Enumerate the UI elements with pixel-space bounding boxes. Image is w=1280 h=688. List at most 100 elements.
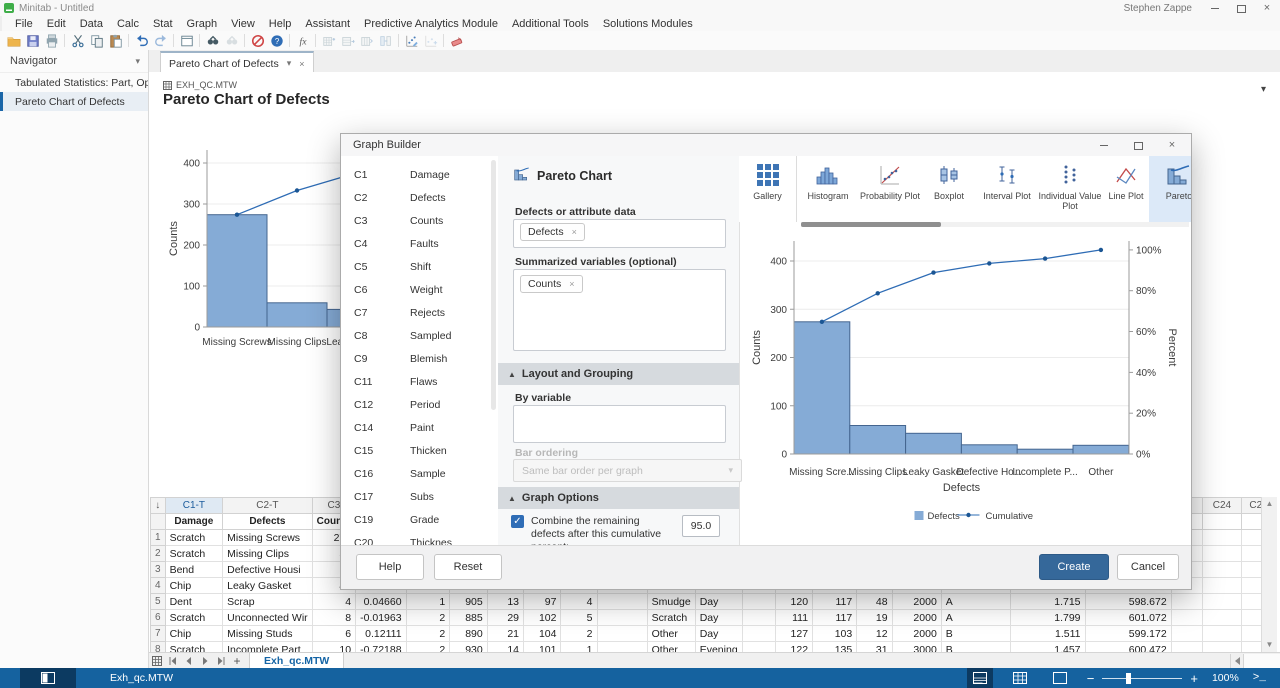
cell[interactable]: 600.472 [1085,642,1171,653]
new-window-icon[interactable] [177,32,196,49]
cell[interactable]: 29 [487,610,523,626]
cell[interactable]: -0.01963 [356,610,406,626]
cell[interactable]: 135 [813,642,857,653]
tab-close-icon[interactable]: × [299,59,304,69]
find-icon[interactable] [203,32,222,49]
cut-icon[interactable] [68,32,87,49]
cancel-icon[interactable] [248,32,267,49]
cell[interactable]: 885 [450,610,487,626]
cell[interactable]: 117 [813,610,857,626]
cell[interactable]: 101 [524,642,561,653]
cell[interactable]: 122 [775,642,812,653]
cell[interactable] [1171,626,1202,642]
cell[interactable]: 0.12111 [356,626,406,642]
insert-function-icon[interactable]: fx [293,32,312,49]
cell[interactable]: Scratch [165,546,223,562]
row-number[interactable]: 4 [151,578,166,594]
cell[interactable]: 48 [857,594,892,610]
help-button[interactable]: Help [356,554,424,580]
gallery-item-histogram[interactable]: Histogram [797,156,859,222]
cell[interactable] [1202,610,1241,626]
find-next-icon[interactable] [222,32,241,49]
cell[interactable]: 104 [524,626,561,642]
column-header[interactable]: C24 [1202,498,1241,514]
menu-view[interactable]: View [224,18,262,30]
worksheet-column-list[interactable]: C1DamageC2DefectsC3CountsC4FaultsC5Shift… [341,156,499,546]
section-layout-and-grouping[interactable]: ▲ Layout and Grouping [498,363,739,385]
cell[interactable]: 103 [813,626,857,642]
cell[interactable]: 4 [312,594,355,610]
dialog-title-bar[interactable]: Graph Builder × [341,134,1191,157]
insert-cells-icon[interactable] [319,32,338,49]
grid-vertical-scrollbar[interactable]: ▲ ▼ [1261,497,1277,652]
cell[interactable]: 4 [561,594,597,610]
by-variable-field[interactable] [513,405,726,443]
row-number[interactable]: 3 [151,562,166,578]
cell[interactable]: 2 [406,626,450,642]
column-list-scrollbar[interactable] [491,160,496,410]
cell[interactable] [1202,642,1241,653]
cell[interactable]: Defective Housi [223,562,313,578]
cell[interactable]: Leaky Gasket [223,578,313,594]
menu-data[interactable]: Data [73,18,110,30]
cell[interactable] [742,642,775,653]
create-button[interactable]: Create [1039,554,1109,580]
cell[interactable]: Day [695,610,742,626]
cell[interactable]: Evening [695,642,742,653]
menu-calc[interactable]: Calc [110,18,146,30]
gallery-item-pareto[interactable]: Pareto [1149,156,1191,222]
row-number[interactable]: 2 [151,546,166,562]
variable-chip-counts[interactable]: Counts× [520,275,583,293]
cell[interactable] [1171,610,1202,626]
cell[interactable] [597,626,647,642]
cell[interactable]: 117 [813,594,857,610]
last-worksheet-icon[interactable] [213,654,229,668]
gallery-item-boxplot[interactable]: Boxplot [921,156,977,222]
add-graph-icon[interactable] [421,32,440,49]
cell[interactable]: 3000 [892,642,941,653]
menu-predictive-analytics-module[interactable]: Predictive Analytics Module [357,18,505,30]
navigator-item-1[interactable]: Tabulated Statistics: Part, Operator [0,73,148,92]
cell[interactable]: 10 [312,642,355,653]
dialog-maximize-icon[interactable] [1133,140,1143,150]
cell[interactable]: 930 [450,642,487,653]
gallery-item-interval-plot[interactable]: Interval Plot [977,156,1037,222]
collapse-icon[interactable]: ▲ [508,494,516,503]
cell[interactable]: 14 [487,642,523,653]
menu-stat[interactable]: Stat [146,18,180,30]
navigator-item-2[interactable]: Pareto Chart of Defects [0,92,148,111]
collapse-icon[interactable]: ▲ [508,370,516,379]
copy-icon[interactable] [87,32,106,49]
cell[interactable]: 2 [406,610,450,626]
cell[interactable]: Missing Clips [223,546,313,562]
row-number[interactable]: 7 [151,626,166,642]
minimize-icon[interactable] [1210,3,1220,13]
cell[interactable]: 127 [775,626,812,642]
column-item-c16[interactable]: C16Sample [341,462,498,485]
restore-icon[interactable] [1236,3,1246,13]
cell[interactable] [597,610,647,626]
variable-name-cell[interactable]: Damage [165,514,223,530]
cell[interactable]: B [941,642,1011,653]
column-item-c3[interactable]: C3Counts [341,209,498,232]
column-item-c7[interactable]: C7Rejects [341,301,498,324]
variable-name-cell[interactable]: Defects [223,514,313,530]
zoom-slider[interactable] [1102,678,1182,679]
column-item-c5[interactable]: C5Shift [341,255,498,278]
cell[interactable]: Scratch [165,610,223,626]
cell[interactable]: 5 [561,610,597,626]
next-worksheet-icon[interactable] [197,654,213,668]
cell[interactable] [1202,578,1241,594]
cell[interactable]: A [941,594,1011,610]
column-item-c4[interactable]: C4Faults [341,232,498,255]
section-graph-options[interactable]: ▲ Graph Options [498,487,739,509]
sheet-scroll-left-icon[interactable] [1230,654,1243,668]
cell[interactable]: 2000 [892,626,941,642]
cell[interactable]: 120 [775,594,812,610]
cell[interactable]: 21 [487,626,523,642]
cell[interactable]: Scrap [223,594,313,610]
select-all-icon[interactable]: ↓ [151,498,166,514]
summarized-variables-field[interactable]: Counts× [513,269,726,351]
close-icon[interactable]: × [1262,3,1272,13]
cell[interactable]: Incomplete Part [223,642,313,653]
